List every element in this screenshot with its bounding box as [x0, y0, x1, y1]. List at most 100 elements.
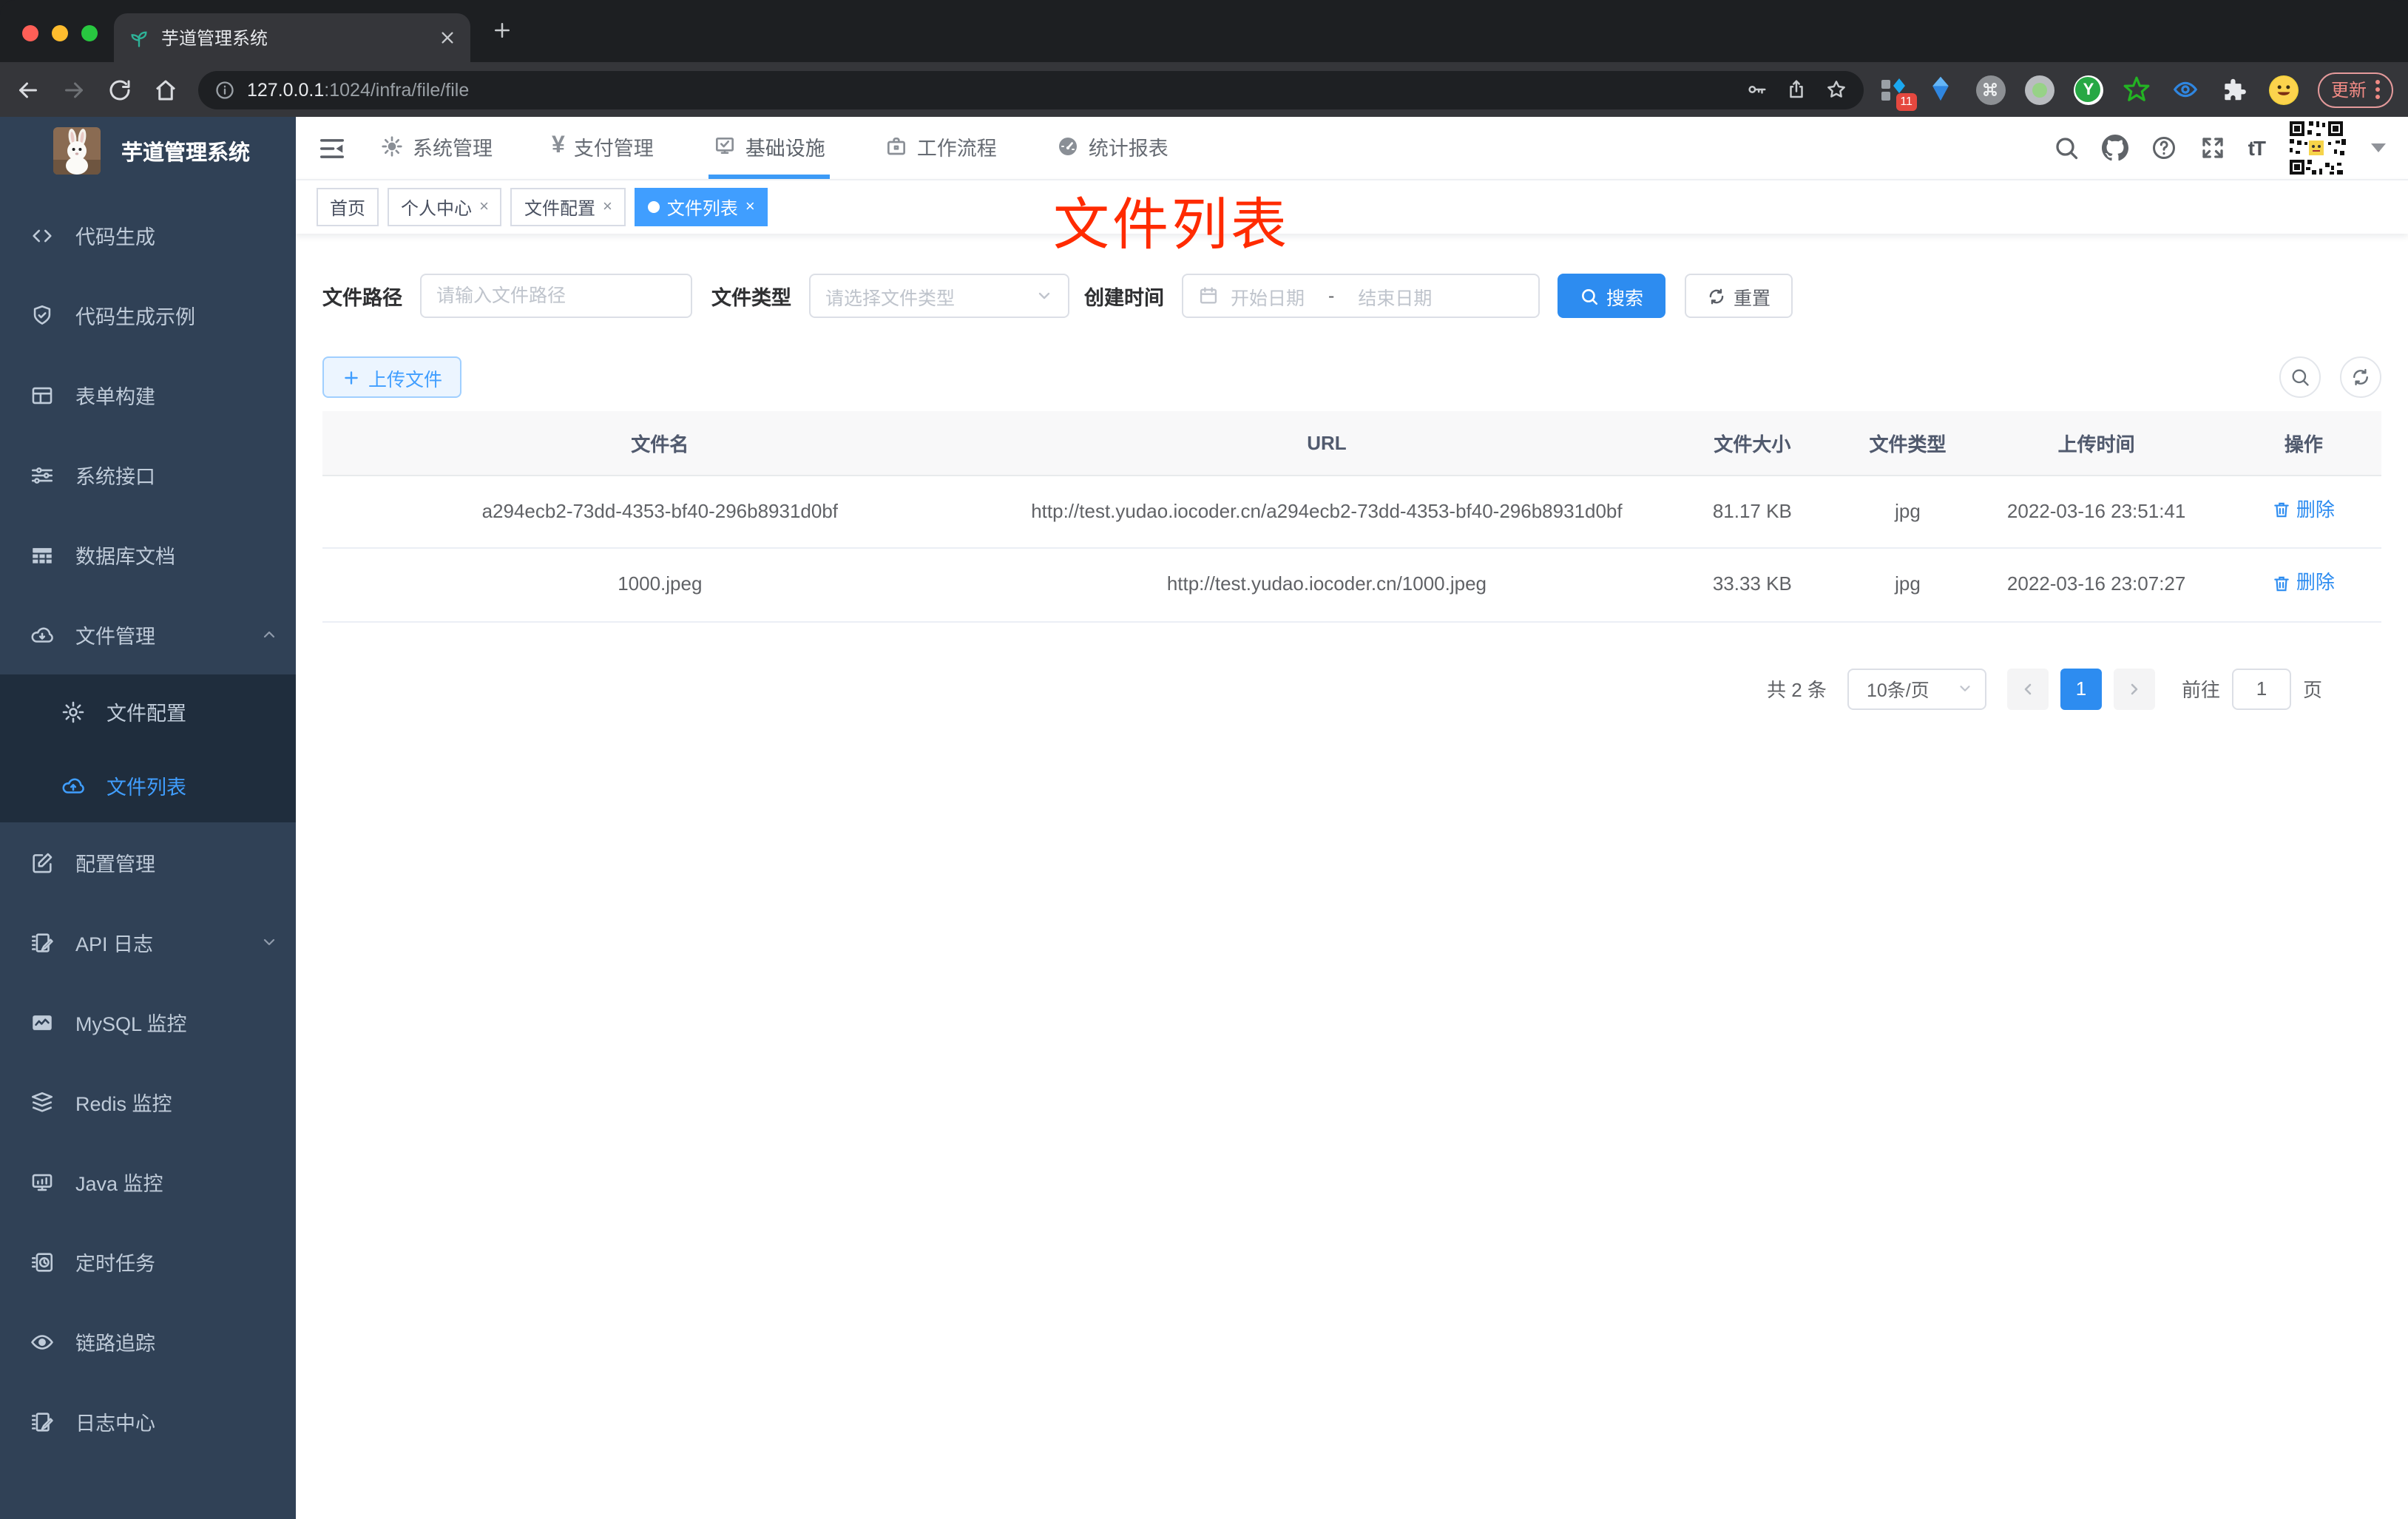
refresh-table-button[interactable]: [2340, 356, 2381, 398]
infra-check-icon: [713, 134, 737, 158]
maximize-window-button[interactable]: [81, 25, 98, 41]
close-icon[interactable]: ×: [603, 198, 612, 216]
github-icon[interactable]: [2101, 135, 2128, 161]
tag-home[interactable]: 首页: [317, 188, 379, 226]
next-page-button[interactable]: [2113, 668, 2155, 710]
browser-menu-icon[interactable]: [2375, 80, 2380, 99]
close-window-button[interactable]: [22, 25, 38, 41]
cell-upload-time: 2022-03-16 23:07:27: [1966, 548, 2226, 623]
fullscreen-icon[interactable]: [2199, 135, 2226, 161]
col-file-name: 文件名: [322, 411, 998, 476]
ext-command-icon[interactable]: [1975, 75, 2006, 104]
ext-grid-icon[interactable]: 11: [1878, 75, 1917, 110]
extensions-row: 11 Y 更新: [1878, 72, 2393, 110]
sidebar-item-scheduled-tasks[interactable]: 定时任务: [0, 1222, 296, 1302]
nav-item-infra[interactable]: 基础设施: [708, 117, 830, 179]
update-button[interactable]: 更新: [2317, 72, 2393, 107]
extensions-puzzle-icon[interactable]: [2220, 75, 2250, 104]
file-path-input[interactable]: [420, 274, 692, 318]
end-date-placeholder[interactable]: 结束日期: [1358, 282, 1432, 310]
address-bar[interactable]: 127.0.0.1:1024/infra/file/file: [198, 70, 1864, 109]
sidebar-item-file-config[interactable]: 文件配置: [0, 674, 296, 748]
bookmark-star-icon[interactable]: [1825, 78, 1847, 101]
sidebar-item-mysql-monitor[interactable]: MySQL 监控: [0, 982, 296, 1062]
start-date-placeholder[interactable]: 开始日期: [1231, 282, 1305, 310]
home-icon[interactable]: [152, 76, 179, 103]
nav-item-pay[interactable]: ¥ 支付管理: [547, 117, 658, 179]
tag-profile[interactable]: 个人中心 ×: [388, 188, 502, 226]
browser-tab[interactable]: 芋道管理系统: [114, 13, 470, 62]
close-icon[interactable]: ×: [479, 198, 489, 216]
chevron-down-icon: [260, 933, 278, 951]
nav-item-workflow[interactable]: 工作流程: [880, 117, 1001, 179]
forward-icon[interactable]: [61, 76, 87, 103]
tag-file-config[interactable]: 文件配置 ×: [510, 188, 626, 226]
toggle-search-button[interactable]: [2279, 356, 2321, 398]
delete-button[interactable]: 删除: [2273, 493, 2335, 526]
chevron-down-icon: [1035, 287, 1053, 305]
sidebar-menu: 代码生成 代码生成示例 表单构建 系统接口 数据库文档 文件管理 文件配置 文件…: [0, 195, 296, 1461]
sidebar-item-form-builder[interactable]: 表单构建: [0, 355, 296, 435]
ext-green-dot-icon[interactable]: [2024, 75, 2054, 104]
dashboard-icon: [1056, 134, 1080, 158]
search-button[interactable]: 搜索: [1558, 274, 1666, 318]
reload-icon[interactable]: [106, 76, 133, 103]
sidebar-item-redis-monitor[interactable]: Redis 监控: [0, 1062, 296, 1142]
sidebar-logo-row[interactable]: 芋道管理系统: [0, 117, 296, 185]
goto-page-input[interactable]: [2231, 668, 2291, 710]
sidebar-item-code-gen-demo[interactable]: 代码生成示例: [0, 275, 296, 355]
page-size-select[interactable]: 10条/页: [1847, 668, 1986, 710]
sidebar-item-log-center[interactable]: 日志中心: [0, 1381, 296, 1461]
ext-star-icon[interactable]: [2123, 75, 2152, 104]
layers-icon: [30, 1089, 55, 1114]
file-type-select[interactable]: 请选择文件类型: [809, 274, 1069, 318]
password-key-icon[interactable]: [1745, 78, 1768, 101]
sidebar-collapse-icon[interactable]: [318, 134, 346, 162]
reset-button[interactable]: 重置: [1685, 274, 1793, 318]
back-icon[interactable]: [15, 76, 41, 103]
table-row: a294ecb2-73dd-4353-bf40-296b8931d0bf htt…: [322, 475, 2381, 549]
search-icon[interactable]: [2053, 135, 2080, 161]
minimize-window-button[interactable]: [52, 25, 68, 41]
yen-icon: ¥: [552, 132, 565, 158]
ext-eye-icon[interactable]: [2171, 75, 2201, 104]
tag-file-list[interactable]: 文件列表 ×: [634, 188, 768, 226]
window-controls[interactable]: [22, 25, 98, 41]
nav-item-system[interactable]: 系统管理: [376, 117, 497, 179]
ext-kite-icon[interactable]: [1927, 75, 1957, 104]
sidebar-item-file-list[interactable]: 文件列表: [0, 748, 296, 822]
sidebar-item-tracing[interactable]: 链路追踪: [0, 1302, 296, 1381]
new-tab-button[interactable]: [491, 19, 513, 41]
help-icon[interactable]: [2151, 135, 2177, 161]
page-content: 文件路径 文件类型 请选择文件类型 创建时间 开始日期 - 结束日期: [296, 274, 2408, 710]
close-icon[interactable]: ×: [745, 198, 755, 216]
cell-file-size: 33.33 KB: [1656, 548, 1849, 623]
profile-avatar-emoji[interactable]: [2268, 75, 2299, 104]
filter-form: 文件路径 文件类型 请选择文件类型 创建时间 开始日期 - 结束日期: [322, 274, 2381, 318]
sidebar-item-java-monitor[interactable]: Java 监控: [0, 1142, 296, 1222]
url-text[interactable]: 127.0.0.1:1024/infra/file/file: [247, 79, 469, 100]
ext-y-icon[interactable]: Y: [2073, 75, 2103, 104]
date-range-picker[interactable]: 开始日期 - 结束日期: [1182, 274, 1540, 318]
nav-item-report[interactable]: 统计报表: [1052, 117, 1173, 179]
browser-chrome: 芋道管理系统 127.0.0.1:1024/infra/file/file 11…: [0, 0, 2408, 117]
avatar-dropdown-caret[interactable]: [2371, 143, 2386, 152]
font-size-icon[interactable]: tT: [2248, 136, 2266, 160]
sidebar-item-file-manage[interactable]: 文件管理: [0, 595, 296, 674]
sidebar-item-system-api[interactable]: 系统接口: [0, 435, 296, 515]
sidebar-item-db-doc[interactable]: 数据库文档: [0, 515, 296, 595]
page-number-1[interactable]: 1: [2060, 668, 2102, 710]
sidebar-item-config-manage[interactable]: 配置管理: [0, 822, 296, 902]
gear-icon: [380, 134, 404, 158]
share-icon[interactable]: [1785, 78, 1807, 101]
upload-file-button[interactable]: 上传文件: [322, 356, 462, 398]
user-avatar-qr[interactable]: [2287, 118, 2346, 177]
sidebar-item-api-log[interactable]: API 日志: [0, 902, 296, 982]
site-info-icon[interactable]: [214, 79, 235, 100]
prev-page-button[interactable]: [2006, 668, 2049, 710]
briefcase-icon: [885, 134, 908, 158]
tab-close-icon[interactable]: [439, 30, 456, 46]
delete-button[interactable]: 删除: [2273, 566, 2335, 599]
timer-icon: [30, 1249, 55, 1274]
sidebar-item-code-gen[interactable]: 代码生成: [0, 195, 296, 275]
